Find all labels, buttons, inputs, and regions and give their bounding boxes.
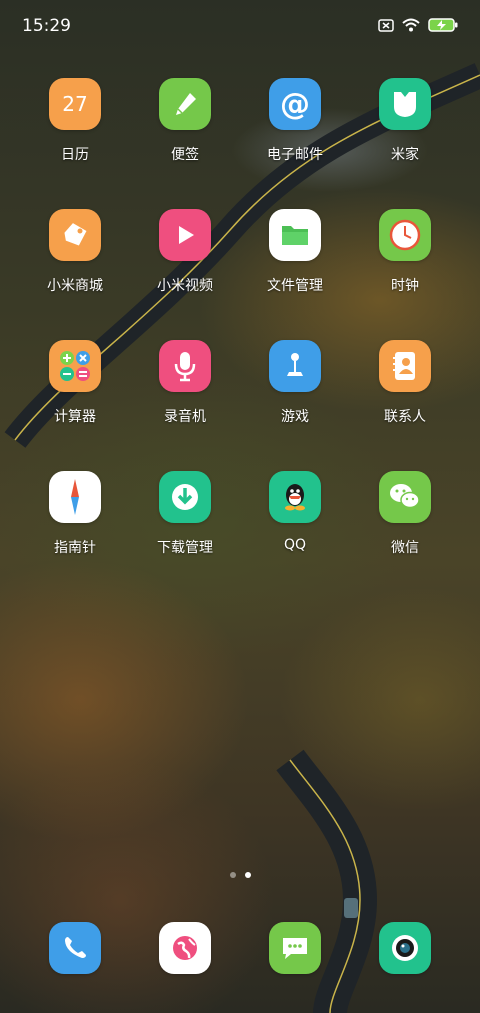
email-icon: @ bbox=[269, 78, 321, 130]
calendar-day-number: 27 bbox=[62, 92, 88, 116]
phone-icon bbox=[49, 922, 101, 974]
clock-icon bbox=[379, 209, 431, 261]
app-label: 文件管理 bbox=[267, 278, 323, 294]
app-label: 录音机 bbox=[164, 409, 206, 425]
app-label: 计算器 bbox=[54, 409, 96, 425]
recorder-icon bbox=[159, 340, 211, 392]
notes-icon bbox=[159, 78, 211, 130]
app-game[interactable]: 游戏 bbox=[240, 340, 350, 444]
app-label: 联系人 bbox=[384, 409, 426, 425]
app-qq[interactable]: QQ bbox=[240, 471, 350, 575]
status-time: 15:29 bbox=[22, 16, 71, 36]
page-indicator bbox=[0, 872, 480, 878]
dock-camera[interactable] bbox=[350, 922, 460, 974]
app-calculator[interactable]: 计算器 bbox=[20, 340, 130, 444]
dock-phone[interactable] bbox=[20, 922, 130, 974]
app-clock[interactable]: 时钟 bbox=[350, 209, 460, 313]
app-label: 指南针 bbox=[54, 540, 96, 556]
app-email[interactable]: @ 电子邮件 bbox=[240, 78, 350, 182]
mi-store-icon bbox=[49, 209, 101, 261]
dock-browser[interactable] bbox=[130, 922, 240, 974]
calculator-icon bbox=[49, 340, 101, 392]
app-mi-store[interactable]: 小米商城 bbox=[20, 209, 130, 313]
app-label: 小米视频 bbox=[157, 278, 213, 294]
battery-charging-icon bbox=[428, 18, 458, 32]
contacts-icon bbox=[379, 340, 431, 392]
wifi-icon bbox=[402, 18, 420, 32]
dock bbox=[20, 922, 460, 974]
app-label: 电子邮件 bbox=[267, 147, 323, 163]
app-label: 便签 bbox=[171, 147, 199, 163]
app-file-manager[interactable]: 文件管理 bbox=[240, 209, 350, 313]
app-label: 微信 bbox=[391, 540, 419, 556]
app-label: 小米商城 bbox=[47, 278, 103, 294]
app-video[interactable]: 小米视频 bbox=[130, 209, 240, 313]
page-dot[interactable] bbox=[229, 872, 236, 878]
app-label: 时钟 bbox=[391, 278, 419, 294]
app-notes[interactable]: 便签 bbox=[130, 78, 240, 182]
app-download-manager[interactable]: 下载管理 bbox=[130, 471, 240, 575]
app-label: QQ bbox=[283, 537, 307, 553]
messages-icon bbox=[269, 922, 321, 974]
app-grid: 27 日历 便签 @ 电子邮件 米家 小米商城 小米视频 文件管理 时钟 计算器… bbox=[20, 78, 460, 575]
dock-messages[interactable] bbox=[240, 922, 350, 974]
camera-icon bbox=[379, 922, 431, 974]
qq-icon bbox=[269, 471, 321, 523]
status-bar: 15:29 bbox=[0, 0, 480, 50]
video-icon bbox=[159, 209, 211, 261]
app-label: 米家 bbox=[391, 147, 419, 163]
app-recorder[interactable]: 录音机 bbox=[130, 340, 240, 444]
compass-icon bbox=[49, 471, 101, 523]
sim-off-icon bbox=[378, 18, 394, 32]
app-contacts[interactable]: 联系人 bbox=[350, 340, 460, 444]
app-mijia[interactable]: 米家 bbox=[350, 78, 460, 182]
file-manager-icon bbox=[269, 209, 321, 261]
game-icon bbox=[269, 340, 321, 392]
app-compass[interactable]: 指南针 bbox=[20, 471, 130, 575]
app-wechat[interactable]: 微信 bbox=[350, 471, 460, 575]
mijia-icon bbox=[379, 78, 431, 130]
download-icon bbox=[159, 471, 211, 523]
page-dot-active[interactable] bbox=[244, 872, 251, 878]
app-label: 下载管理 bbox=[157, 540, 213, 556]
app-label: 游戏 bbox=[281, 409, 309, 425]
wechat-icon bbox=[379, 471, 431, 523]
calendar-icon: 27 bbox=[49, 78, 101, 130]
app-calendar[interactable]: 27 日历 bbox=[20, 78, 130, 182]
browser-icon bbox=[159, 922, 211, 974]
app-label: 日历 bbox=[61, 147, 89, 163]
